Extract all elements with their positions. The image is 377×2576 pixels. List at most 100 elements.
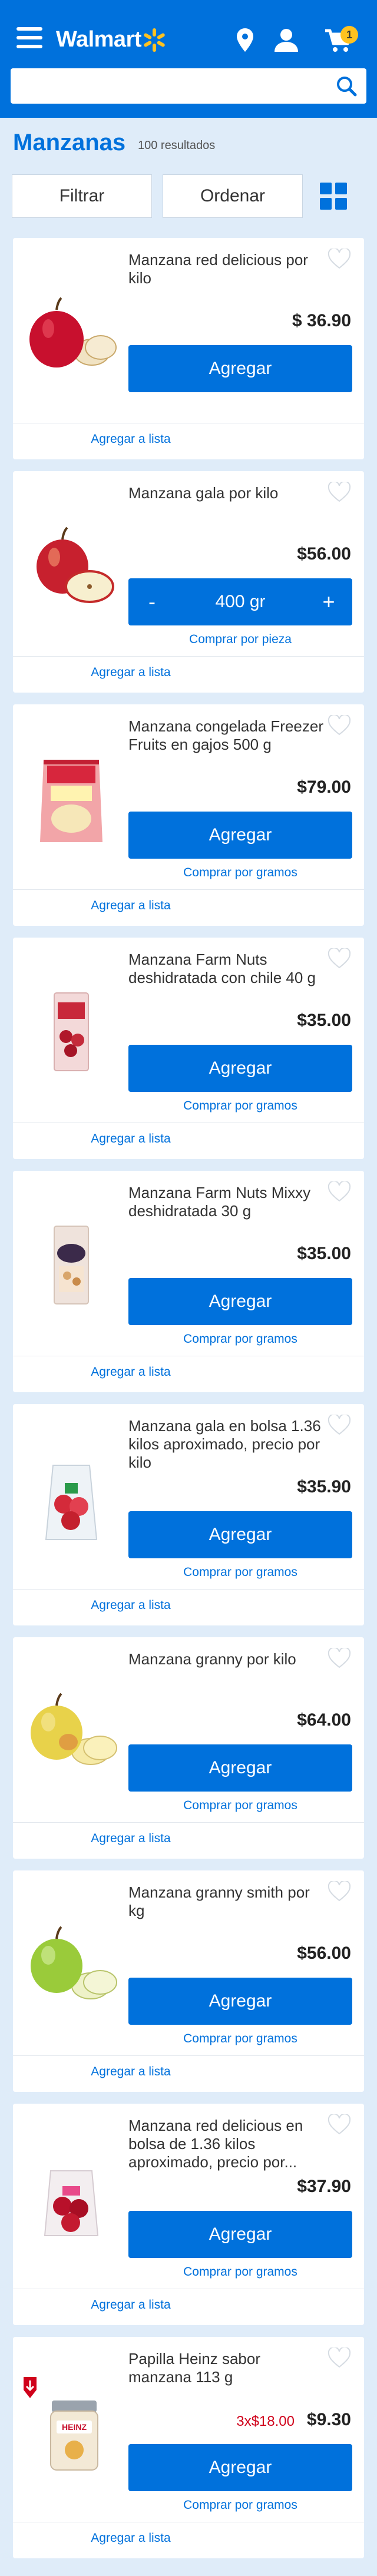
product-price: $9.30 — [306, 2410, 351, 2429]
increase-quantity-button[interactable]: + — [311, 578, 346, 625]
product-card: Manzana gala en bolsa 1.36 kilos aproxim… — [13, 1404, 364, 1625]
favorite-heart-icon[interactable] — [328, 1881, 351, 1902]
add-to-list-link[interactable]: Agregar a lista — [13, 1365, 249, 1379]
add-to-cart-button[interactable]: Agregar — [128, 2211, 352, 2258]
product-card: Manzana Farm Nuts deshidratada con chile… — [13, 938, 364, 1159]
search-bar — [11, 68, 366, 104]
product-price: $35.90 — [297, 1477, 351, 1496]
svg-text:HEINZ: HEINZ — [62, 2422, 87, 2432]
filter-button[interactable]: Filtrar — [12, 174, 152, 218]
add-to-list-link[interactable]: Agregar a lista — [13, 2065, 249, 2079]
product-image[interactable] — [21, 748, 121, 848]
divider — [13, 1589, 364, 1590]
buy-by-unit-link[interactable]: Comprar por pieza — [128, 633, 352, 647]
favorite-heart-icon[interactable] — [328, 715, 351, 736]
product-name[interactable]: Manzana red delicious en bolsa de 1.36 k… — [128, 2117, 326, 2171]
favorite-heart-icon[interactable] — [328, 948, 351, 969]
buy-by-unit-link[interactable]: Comprar por gramos — [128, 2265, 352, 2279]
product-card: HEINZ Papilla Heinz sabor manzana 113 g … — [13, 2337, 364, 2558]
search-icon[interactable] — [336, 75, 357, 97]
product-name[interactable]: Manzana gala por kilo — [128, 484, 326, 502]
add-to-cart-button[interactable]: Agregar — [128, 345, 352, 392]
add-to-list-link[interactable]: Agregar a lista — [13, 2531, 249, 2545]
quantity-value: 400 gr — [215, 592, 266, 611]
product-name[interactable]: Manzana Farm Nuts deshidratada con chile… — [128, 951, 326, 987]
add-to-list-link[interactable]: Agregar a lista — [13, 665, 249, 680]
favorite-heart-icon[interactable] — [328, 249, 351, 270]
product-card: Manzana red delicious por kilo $ 36.90 A… — [13, 238, 364, 459]
product-name[interactable]: Manzana gala en bolsa 1.36 kilos aproxim… — [128, 1417, 326, 1472]
favorite-heart-icon[interactable] — [328, 2347, 351, 2369]
add-to-list-link[interactable]: Agregar a lista — [13, 432, 249, 446]
favorite-heart-icon[interactable] — [328, 2114, 351, 2135]
product-image[interactable] — [21, 1914, 121, 2014]
product-price: $37.90 — [297, 2177, 351, 2196]
divider — [13, 656, 364, 657]
favorite-heart-icon[interactable] — [328, 1648, 351, 1669]
product-name[interactable]: Manzana congelada Freezer Fruits en gajo… — [128, 717, 326, 754]
product-image[interactable] — [21, 1448, 121, 1548]
favorite-heart-icon[interactable] — [328, 1415, 351, 1436]
add-to-cart-button[interactable]: Agregar — [128, 2444, 352, 2491]
search-input[interactable] — [11, 68, 329, 104]
product-card: Manzana red delicious en bolsa de 1.36 k… — [13, 2104, 364, 2325]
add-to-list-link[interactable]: Agregar a lista — [13, 1598, 249, 1613]
product-card: Manzana gala por kilo $56.00 - 400 gr + … — [13, 471, 364, 693]
product-price: $35.00 — [297, 1244, 351, 1263]
account-icon[interactable] — [272, 26, 300, 54]
product-price: $64.00 — [297, 1710, 351, 1730]
add-to-list-link[interactable]: Agregar a lista — [13, 899, 249, 913]
product-name[interactable]: Manzana granny smith por kg — [128, 1883, 326, 1920]
result-count: 100 resultados — [138, 139, 216, 152]
buy-by-unit-link[interactable]: Comprar por gramos — [128, 1332, 352, 1346]
promo-price: 3x$18.00 — [236, 2413, 295, 2429]
product-card: Manzana Farm Nuts Mixxy deshidratada 30 … — [13, 1171, 364, 1392]
product-image[interactable] — [21, 981, 121, 1081]
product-image[interactable] — [21, 1681, 121, 1781]
buy-by-unit-link[interactable]: Comprar por gramos — [128, 1099, 352, 1113]
buy-by-unit-link[interactable]: Comprar por gramos — [128, 2498, 352, 2512]
add-to-list-link[interactable]: Agregar a lista — [13, 2298, 249, 2312]
divider — [13, 2055, 364, 2056]
product-image[interactable] — [21, 282, 121, 382]
product-card: Manzana granny smith por kg $56.00 Agreg… — [13, 1870, 364, 2092]
favorite-heart-icon[interactable] — [328, 1181, 351, 1203]
quantity-stepper: - 400 gr + — [128, 578, 352, 625]
add-to-list-link[interactable]: Agregar a lista — [13, 1832, 249, 1846]
product-name[interactable]: Manzana granny por kilo — [128, 1650, 326, 1668]
location-pin-icon[interactable] — [231, 26, 259, 54]
product-card: Manzana congelada Freezer Fruits en gajo… — [13, 704, 364, 926]
buy-by-unit-link[interactable]: Comprar por gramos — [128, 866, 352, 880]
add-to-cart-button[interactable]: Agregar — [128, 1045, 352, 1092]
add-to-cart-button[interactable]: Agregar — [128, 1511, 352, 1558]
product-image[interactable] — [21, 1214, 121, 1315]
product-price: $56.00 — [297, 544, 351, 564]
menu-icon[interactable] — [16, 27, 42, 51]
buy-by-unit-link[interactable]: Comprar por gramos — [128, 2032, 352, 2046]
divider — [13, 889, 364, 890]
sort-button[interactable]: Ordenar — [163, 174, 303, 218]
add-to-cart-button[interactable]: Agregar — [128, 1978, 352, 2025]
add-to-cart-button[interactable]: Agregar — [128, 812, 352, 859]
product-price: $79.00 — [297, 777, 351, 797]
product-image[interactable] — [21, 2147, 121, 2247]
product-name[interactable]: Papilla Heinz sabor manzana 113 g — [128, 2350, 326, 2386]
add-to-cart-button[interactable]: Agregar — [128, 1278, 352, 1325]
product-name[interactable]: Manzana red delicious por kilo — [128, 251, 326, 287]
favorite-heart-icon[interactable] — [328, 482, 351, 503]
walmart-logo[interactable]: Walmart — [56, 27, 142, 52]
buy-by-unit-link[interactable]: Comprar por gramos — [128, 1799, 352, 1813]
page-title: Manzanas — [13, 130, 126, 155]
product-image[interactable] — [21, 515, 121, 615]
top-header: Walmart 1 — [0, 0, 377, 118]
product-name[interactable]: Manzana Farm Nuts Mixxy deshidratada 30 … — [128, 1184, 326, 1220]
add-to-cart-button[interactable]: Agregar — [128, 1744, 352, 1792]
promo-badge-icon — [24, 2377, 37, 2398]
product-price: $ 36.90 — [292, 311, 351, 330]
product-price: $35.00 — [297, 1011, 351, 1030]
buy-by-unit-link[interactable]: Comprar por gramos — [128, 1565, 352, 1580]
product-card: Manzana granny por kilo $64.00 Agregar C… — [13, 1637, 364, 1859]
product-price: $56.00 — [297, 1943, 351, 1963]
add-to-list-link[interactable]: Agregar a lista — [13, 1132, 249, 1146]
grid-view-icon[interactable] — [320, 183, 347, 210]
